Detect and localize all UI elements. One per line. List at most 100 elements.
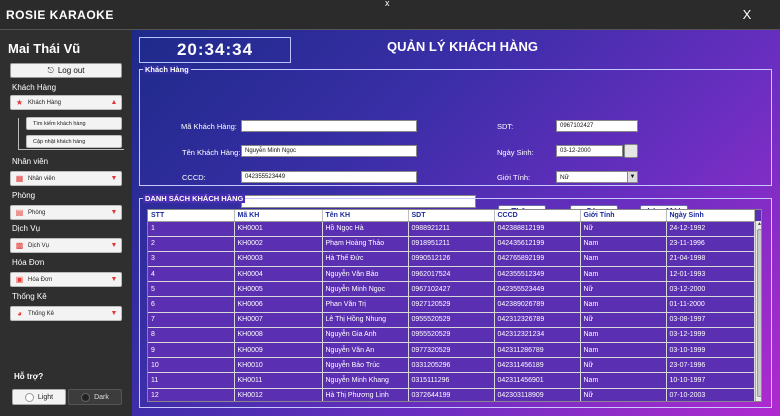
table-cell: Nguyễn Gia Anh xyxy=(322,327,409,344)
table-cell: 042311456901 xyxy=(494,372,581,389)
logout-label: Log out xyxy=(57,66,85,75)
ma-kh-input[interactable] xyxy=(241,120,417,132)
star-icon: ★ xyxy=(15,98,24,107)
cccd-label: CCCD: xyxy=(182,173,206,182)
table-cell: 12-01-1993 xyxy=(666,266,755,283)
sub-item-search-customer[interactable]: Tìm kiếm khách hàng xyxy=(26,117,122,130)
table-row[interactable]: 6 KH0006 Phan Văn Trị 0927120529 04238902678… xyxy=(148,296,755,313)
combo-services-label: Dịch Vụ xyxy=(28,242,50,249)
title-bar: ROSIE KARAOKE x X xyxy=(0,0,780,30)
theme-dark-button[interactable]: Dark xyxy=(68,389,122,405)
table-row[interactable]: 7 KH0007 Lê Thị Hồng Nhung 0955520529 042312… xyxy=(148,312,755,328)
table-cell: 03-12-1999 xyxy=(666,327,755,344)
scroll-up-icon[interactable]: ▲ xyxy=(756,221,761,228)
main-panel: 20:34:34 QUẢN LÝ KHÁCH HÀNG Khách Hàng M… xyxy=(132,30,780,416)
app-window: ROSIE KARAOKE x X Mai Thái Vũ ⎋ Log out … xyxy=(0,0,780,416)
table-cell: KH0007 xyxy=(234,312,323,328)
table-cell: 7 xyxy=(148,312,235,328)
combo-rooms-label: Phòng xyxy=(28,209,46,216)
combo-services[interactable]: ▩ Dịch Vụ ▼ xyxy=(10,238,122,253)
chart-icon: ◕ xyxy=(17,309,22,318)
table-cell: 0918951211 xyxy=(408,236,495,252)
cccd-input[interactable]: 042355523449 xyxy=(241,171,417,183)
chevron-up-icon: ▲ xyxy=(110,99,118,106)
table-cell: Nam xyxy=(580,327,667,344)
table-cell: 042765892199 xyxy=(494,251,581,268)
col-header-ten-kh[interactable]: Tên KH xyxy=(322,210,409,222)
table-cell: 24-12-1992 xyxy=(666,221,755,237)
table-cell: Hà Thế Đức xyxy=(322,251,409,268)
table-cell: KH0001 xyxy=(234,221,323,237)
table-cell: 042311286789 xyxy=(494,342,581,359)
window-title: ROSIE KARAOKE xyxy=(6,8,114,22)
col-header-sdt[interactable]: SDT xyxy=(408,210,495,222)
table-cell: Nam xyxy=(580,266,667,283)
sdt-input[interactable]: 0967102427 xyxy=(556,120,638,132)
gioi-tinh-value: Nữ xyxy=(560,173,570,181)
table-cell: Nam xyxy=(580,342,667,359)
calendar-icon[interactable] xyxy=(624,144,638,158)
table-cell: KH0003 xyxy=(234,251,323,268)
table-row[interactable]: 8 KH0008 Nguyễn Gia Anh 0955520529 042312321… xyxy=(148,327,755,344)
table-row[interactable]: 4 KH0004 Nguyễn Văn Bảo 0962017524 042355512… xyxy=(148,266,755,283)
table-cell: Nguyễn Bảo Trúc xyxy=(322,357,409,374)
combo-rooms[interactable]: ▤ Phòng ▼ xyxy=(10,205,122,220)
sun-icon xyxy=(24,392,34,402)
chevron-down-icon: ▼ xyxy=(110,242,118,249)
table-cell: 0962017524 xyxy=(408,266,495,283)
sub-item-update-customer[interactable]: Cập nhật khách hàng xyxy=(26,135,122,148)
service-icon: ▩ xyxy=(15,241,24,250)
col-header-ngay-sinh[interactable]: Ngày Sinh xyxy=(666,210,755,222)
table-cell: 03-12-2000 xyxy=(666,281,755,298)
table-header-row: STT Mã KH Tên KH SDT CCCD Giới Tính Ngày… xyxy=(148,210,755,222)
ngay-sinh-input[interactable]: 03-12-2000 xyxy=(556,145,623,157)
theme-light-label: Light xyxy=(37,393,54,401)
scrollbar-thumb[interactable] xyxy=(757,229,761,397)
table-row[interactable]: 1 KH0001 Hồ Ngọc Hà 0988921211 042388812199 N… xyxy=(148,221,755,237)
close-icon[interactable]: X xyxy=(738,7,756,22)
table-row[interactable]: 10 KH0010 Nguyễn Bảo Trúc 0331205296 0423114… xyxy=(148,357,755,374)
caption-mark: x xyxy=(385,0,390,8)
col-header-gioi-tinh[interactable]: Giới Tính xyxy=(580,210,667,222)
section-label-invoices: Hóa Đơn xyxy=(12,258,45,267)
table-cell: 0967102427 xyxy=(408,281,495,298)
logout-button[interactable]: ⎋ Log out xyxy=(10,63,122,78)
staff-icon: ▦ xyxy=(15,174,24,183)
table-cell: Lê Thị Hồng Nhung xyxy=(322,312,409,328)
combo-invoices[interactable]: ▣ Hóa Đơn ▼ xyxy=(10,272,122,287)
table-row[interactable]: 9 KH0009 Nguyễn Văn An 0977320529 0423112867… xyxy=(148,342,755,359)
col-header-ma-kh[interactable]: Mã KH xyxy=(234,210,323,222)
table-cell: Nam xyxy=(580,372,667,389)
table-cell: 1 xyxy=(148,221,235,237)
table-cell: Nguyễn Văn An xyxy=(322,342,409,359)
theme-light-button[interactable]: Light xyxy=(12,389,66,405)
table-cell: 0315111296 xyxy=(408,372,495,389)
combo-staff[interactable]: ▦ Nhân viên ▼ xyxy=(10,171,122,186)
table-cell: 042312321234 xyxy=(494,327,581,344)
table-cell: 042303118909 xyxy=(494,388,581,401)
table-row[interactable]: 11 KH0011 Nguyễn Minh Khang 0315111296 04231… xyxy=(148,372,755,389)
table-cell: 9 xyxy=(148,342,235,359)
list-legend: DANH SÁCH KHÁCH HÀNG xyxy=(143,194,246,203)
table-cell: Nữ xyxy=(580,221,667,237)
table-cell: 10 xyxy=(148,357,235,374)
table-scrollbar[interactable]: ▲ xyxy=(755,221,761,401)
table-cell: KH0009 xyxy=(234,342,323,359)
help-label: Hỗ trợ? xyxy=(14,372,44,381)
table-cell: Nữ xyxy=(580,312,667,328)
table-row[interactable]: 3 KH0003 Hà Thế Đức 0990512126 042765892199 N… xyxy=(148,251,755,268)
table-row[interactable]: 2 KH0002 Phạm Hoàng Thảo 0918951211 04243561… xyxy=(148,236,755,252)
invoice-icon: ▣ xyxy=(15,275,24,284)
ten-kh-input[interactable]: Nguyễn Minh Ngọc xyxy=(241,145,417,157)
gioi-tinh-select[interactable]: Nữ ▼ xyxy=(556,171,638,183)
combo-stats[interactable]: ◕ Thống Kê ▼ xyxy=(10,306,122,321)
table-row[interactable]: 12 KH0012 Hà Thị Phương Linh 0372644199 0423… xyxy=(148,388,755,401)
col-header-stt[interactable]: STT xyxy=(148,210,235,222)
table-cell: Nguyễn Văn Bảo xyxy=(322,266,409,283)
section-label-stats: Thống Kê xyxy=(12,292,47,301)
table-row[interactable]: 5 KH0005 Nguyễn Minh Ngọc 0967102427 0423555… xyxy=(148,281,755,298)
table-cell: 01-11-2000 xyxy=(666,296,755,313)
col-header-cccd[interactable]: CCCD xyxy=(494,210,581,222)
combo-customers[interactable]: ★ Khách Hàng ▲ xyxy=(10,95,122,110)
page-title: QUẢN LÝ KHÁCH HÀNG xyxy=(387,39,538,54)
